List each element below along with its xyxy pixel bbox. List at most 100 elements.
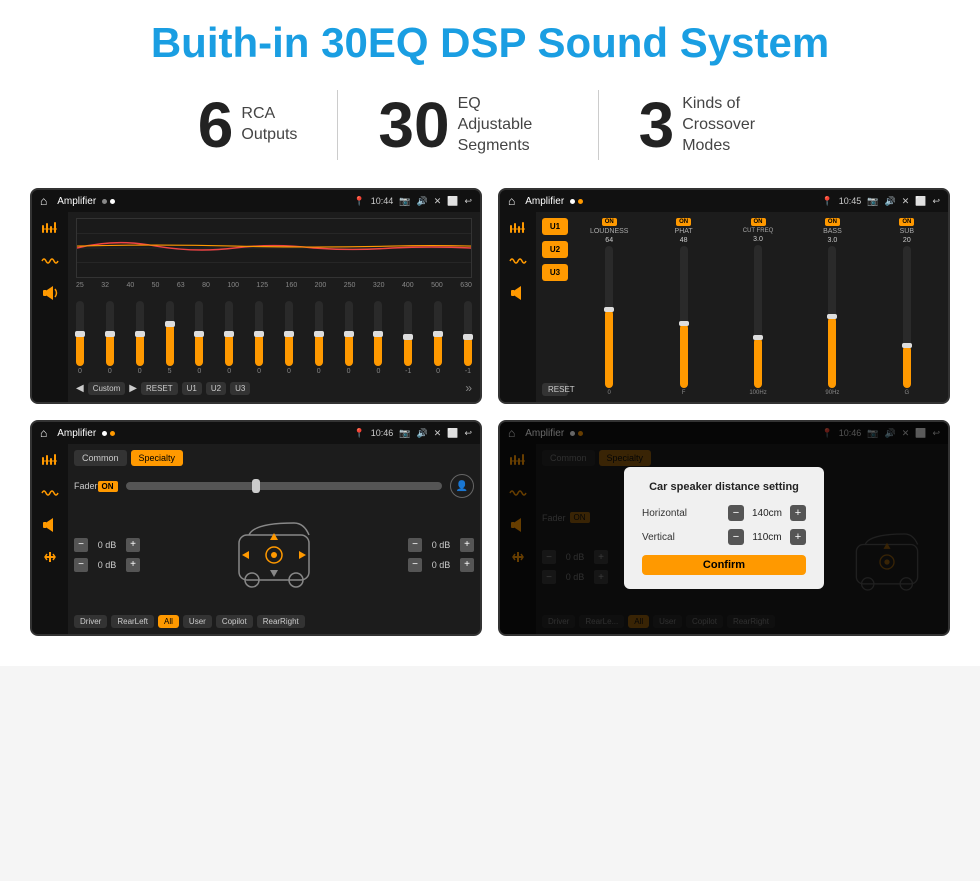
crossover-reset[interactable]: RESET bbox=[542, 383, 568, 396]
horizontal-plus[interactable]: + bbox=[790, 505, 806, 521]
eq-sliders: 0 0 0 5 bbox=[76, 295, 472, 375]
back-icon-3[interactable]: ↩ bbox=[464, 428, 472, 439]
channel-sub: ON SUB 20 G bbox=[872, 218, 942, 396]
eq-icon-3[interactable] bbox=[41, 452, 59, 470]
horizontal-label: Horizontal bbox=[642, 508, 697, 519]
fl-plus[interactable]: + bbox=[126, 538, 140, 552]
rearright-btn[interactable]: RearRight bbox=[257, 615, 305, 628]
speaker-icon-3[interactable] bbox=[41, 516, 59, 534]
bass-on[interactable]: ON bbox=[825, 218, 840, 226]
vertical-stepper: − 110cm + bbox=[728, 529, 806, 545]
user-btn[interactable]: User bbox=[183, 615, 212, 628]
expand-icon[interactable]: » bbox=[465, 381, 472, 395]
screen4-body: Common Specialty Fader ON −0 dB+ −0 dB+ bbox=[500, 444, 948, 634]
eq-slider-12[interactable]: 0 bbox=[434, 301, 442, 375]
preset-u2[interactable]: U2 bbox=[542, 241, 568, 258]
arrows-icon-3[interactable] bbox=[41, 548, 59, 566]
back-icon-2[interactable]: ↩ bbox=[932, 196, 940, 207]
sub-on[interactable]: ON bbox=[899, 218, 914, 226]
screen3-title: Amplifier bbox=[57, 428, 96, 439]
eq-slider-11[interactable]: -1 bbox=[404, 301, 412, 375]
copilot-btn[interactable]: Copilot bbox=[216, 615, 253, 628]
preset-u1[interactable]: U1 bbox=[542, 218, 568, 235]
eq-slider-13[interactable]: -1 bbox=[464, 301, 472, 375]
eq-slider-0[interactable]: 0 bbox=[76, 301, 84, 375]
eq-slider-7[interactable]: 0 bbox=[285, 301, 293, 375]
page-wrapper: Buith-in 30EQ DSP Sound System 6 RCAOutp… bbox=[0, 0, 980, 666]
phat-val: 48 bbox=[680, 237, 688, 244]
eq-slider-1[interactable]: 0 bbox=[106, 301, 114, 375]
speaker-icon-2[interactable] bbox=[509, 284, 527, 302]
loudness-slider[interactable] bbox=[605, 246, 613, 388]
bass-freq: 90Hz bbox=[825, 390, 839, 396]
eq-slider-5[interactable]: 0 bbox=[225, 301, 233, 375]
tab-common[interactable]: Common bbox=[74, 450, 127, 466]
home-icon-2[interactable]: ⌂ bbox=[508, 194, 515, 208]
u2-btn[interactable]: U2 bbox=[206, 382, 226, 395]
prev-icon[interactable]: ◀ bbox=[76, 383, 84, 394]
wave-icon-2[interactable] bbox=[509, 252, 527, 270]
tab-specialty[interactable]: Specialty bbox=[131, 450, 184, 466]
rr-minus[interactable]: − bbox=[408, 558, 422, 572]
eq-slider-4[interactable]: 0 bbox=[195, 301, 203, 375]
reset-btn[interactable]: RESET bbox=[141, 382, 178, 395]
stat-rca: 6 RCAOutputs bbox=[158, 93, 338, 157]
vol-fr: − 0 dB + bbox=[408, 538, 474, 552]
all-btn[interactable]: All bbox=[158, 615, 179, 628]
battery-icon: ⬜ bbox=[447, 196, 458, 207]
loudness-bot: 0 bbox=[608, 390, 611, 396]
vertical-minus[interactable]: − bbox=[728, 529, 744, 545]
home-icon[interactable]: ⌂ bbox=[40, 194, 47, 208]
fader-on-btn[interactable]: ON bbox=[98, 481, 118, 492]
sub-label: SUB bbox=[900, 228, 914, 235]
rl-plus[interactable]: + bbox=[126, 558, 140, 572]
dot1 bbox=[102, 199, 107, 204]
fader-slider[interactable] bbox=[126, 482, 442, 490]
phat-on[interactable]: ON bbox=[676, 218, 691, 226]
driver-btn[interactable]: Driver bbox=[74, 615, 107, 628]
wave-icon[interactable] bbox=[41, 252, 59, 270]
rl-minus[interactable]: − bbox=[74, 558, 88, 572]
u1-btn[interactable]: U1 bbox=[182, 382, 202, 395]
rearleft-btn[interactable]: RearLeft bbox=[111, 615, 154, 628]
fr-minus[interactable]: − bbox=[408, 538, 422, 552]
confirm-button[interactable]: Confirm bbox=[642, 555, 806, 575]
sub-slider[interactable] bbox=[903, 246, 911, 388]
eq-preset-label[interactable]: Custom bbox=[88, 382, 126, 395]
cutfreq-on[interactable]: ON bbox=[751, 218, 766, 226]
bass-slider[interactable] bbox=[828, 246, 836, 388]
cutfreq-slider[interactable] bbox=[754, 245, 762, 388]
eq-main: 25 32 40 50 63 80 100 125 160 200 250 32… bbox=[68, 212, 480, 402]
fl-minus[interactable]: − bbox=[74, 538, 88, 552]
phat-slider[interactable] bbox=[680, 246, 688, 388]
fr-plus[interactable]: + bbox=[460, 538, 474, 552]
vertical-plus[interactable]: + bbox=[790, 529, 806, 545]
eq-slider-9[interactable]: 0 bbox=[345, 301, 353, 375]
u3-btn[interactable]: U3 bbox=[230, 382, 250, 395]
play-icon[interactable]: ▶ bbox=[129, 383, 137, 394]
eq-icon-2[interactable] bbox=[509, 220, 527, 238]
vol-left: − 0 dB + − 0 dB + bbox=[74, 538, 140, 572]
dot2 bbox=[110, 199, 115, 204]
wave-icon-3[interactable] bbox=[41, 484, 59, 502]
back-icon[interactable]: ↩ bbox=[464, 196, 472, 207]
bass-val: 3.0 bbox=[828, 237, 838, 244]
screen3-dots bbox=[102, 431, 115, 436]
preset-u3[interactable]: U3 bbox=[542, 264, 568, 281]
sdot1 bbox=[570, 199, 575, 204]
stat-rca-number: 6 bbox=[198, 93, 234, 157]
eq-slider-10[interactable]: 0 bbox=[374, 301, 382, 375]
horizontal-minus[interactable]: − bbox=[728, 505, 744, 521]
eq-slider-2[interactable]: 0 bbox=[136, 301, 144, 375]
crossover-main: U1 U2 U3 RESET ON LOUDNESS 64 bbox=[536, 212, 948, 402]
eq-slider-3[interactable]: 5 bbox=[166, 301, 174, 375]
home-icon-3[interactable]: ⌂ bbox=[40, 426, 47, 440]
screen2-body: U1 U2 U3 RESET ON LOUDNESS 64 bbox=[500, 212, 948, 402]
eq-slider-6[interactable]: 0 bbox=[255, 301, 263, 375]
loudness-on[interactable]: ON bbox=[602, 218, 617, 226]
eq-slider-8[interactable]: 0 bbox=[315, 301, 323, 375]
speaker-icon[interactable] bbox=[41, 284, 59, 302]
stat-crossover-label: Kinds ofCrossover Modes bbox=[682, 94, 782, 156]
eq-icon[interactable] bbox=[41, 220, 59, 238]
rr-plus[interactable]: + bbox=[460, 558, 474, 572]
